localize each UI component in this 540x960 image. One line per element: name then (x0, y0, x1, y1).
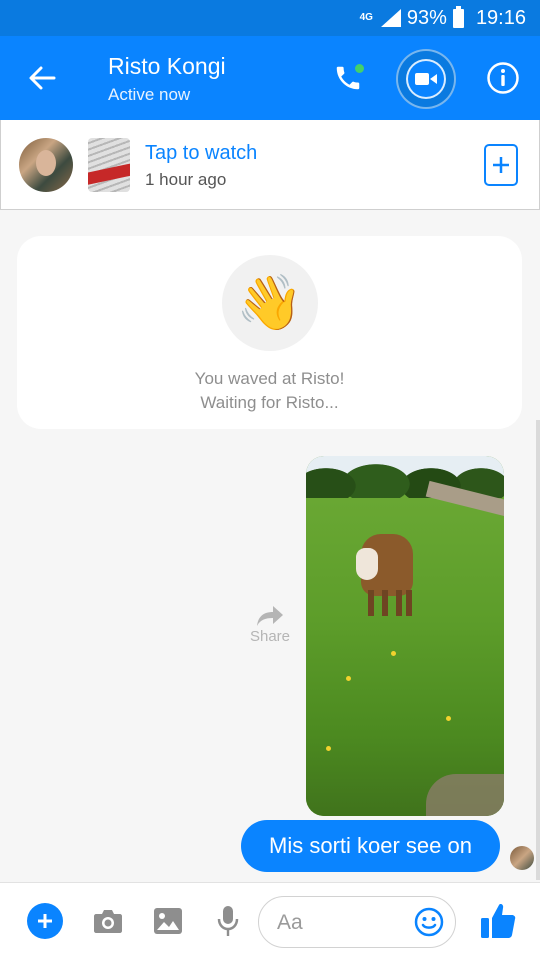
online-indicator (355, 64, 364, 73)
plus-icon (38, 914, 52, 928)
plus-icon (493, 157, 509, 173)
photo-cow-leg (396, 590, 402, 616)
seen-avatar (510, 846, 534, 870)
scrollbar[interactable] (536, 420, 540, 880)
sent-message-bubble[interactable]: Mis sorti koer see on (241, 820, 500, 872)
story-thumbnail[interactable] (88, 138, 130, 192)
story-thumbnail-band (88, 162, 130, 186)
photo-cow-head (356, 548, 378, 580)
story-timestamp: 1 hour ago (145, 170, 227, 189)
photo-flower (346, 676, 351, 681)
back-button[interactable] (22, 56, 62, 100)
message-input-placeholder: Aa (277, 911, 303, 934)
avatar-face (36, 150, 56, 176)
photo-path (426, 774, 504, 816)
wave-status: You waved at Risto! Waiting for Risto... (17, 367, 522, 415)
add-story-button[interactable] (484, 144, 518, 186)
clock: 19:16 (475, 6, 526, 29)
tap-to-watch-link[interactable]: Tap to watch (145, 142, 257, 165)
photo-flower (391, 651, 396, 656)
camera-icon (94, 910, 122, 933)
battery-percent: 93% (406, 6, 447, 29)
camera-button[interactable] (90, 903, 126, 939)
wave-line-1: You waved at Risto! (194, 369, 345, 388)
photo-cow-leg (406, 590, 412, 616)
contact-name[interactable]: Risto Kongi (108, 53, 226, 80)
message-input[interactable]: Aa (258, 896, 456, 948)
video-call-button-inner (406, 59, 446, 99)
photo-cow-leg (368, 590, 374, 616)
back-arrow-icon (29, 66, 56, 90)
share-button[interactable]: Share (240, 604, 300, 660)
photo-message[interactable] (306, 456, 504, 816)
conversation-header: Risto Kongi Active now (0, 36, 540, 120)
signal-icon (380, 9, 401, 27)
gallery-button[interactable] (150, 903, 186, 939)
share-label: Share (249, 628, 291, 645)
contact-avatar[interactable] (19, 138, 73, 192)
battery-icon (452, 5, 464, 28)
voice-call-button[interactable] (328, 58, 368, 98)
video-call-button[interactable] (396, 49, 456, 109)
wave-card: 👋 You waved at Risto! Waiting for Risto.… (17, 236, 522, 429)
info-icon[interactable] (486, 61, 520, 95)
share-arrow-icon (257, 606, 283, 626)
voice-record-button[interactable] (210, 903, 246, 939)
photo-flower (446, 716, 451, 721)
photo-cow-leg (382, 590, 388, 616)
composer-bar: Aa (0, 882, 540, 960)
thumbs-up-icon[interactable] (478, 901, 518, 941)
emoji-icon[interactable] (414, 907, 444, 937)
image-icon (154, 908, 182, 934)
microphone-icon (217, 906, 239, 936)
waving-hand-icon: 👋 (222, 255, 318, 351)
network-type: 4G (359, 12, 373, 23)
contact-status: Active now (108, 85, 191, 104)
story-bar: Tap to watch 1 hour ago (0, 120, 540, 210)
video-camera-icon (415, 73, 437, 85)
status-bar: 4G 93% 19:16 (0, 0, 540, 36)
wave-line-2: Waiting for Risto... (200, 393, 339, 412)
more-actions-button[interactable] (27, 903, 63, 939)
photo-flower (326, 746, 331, 751)
